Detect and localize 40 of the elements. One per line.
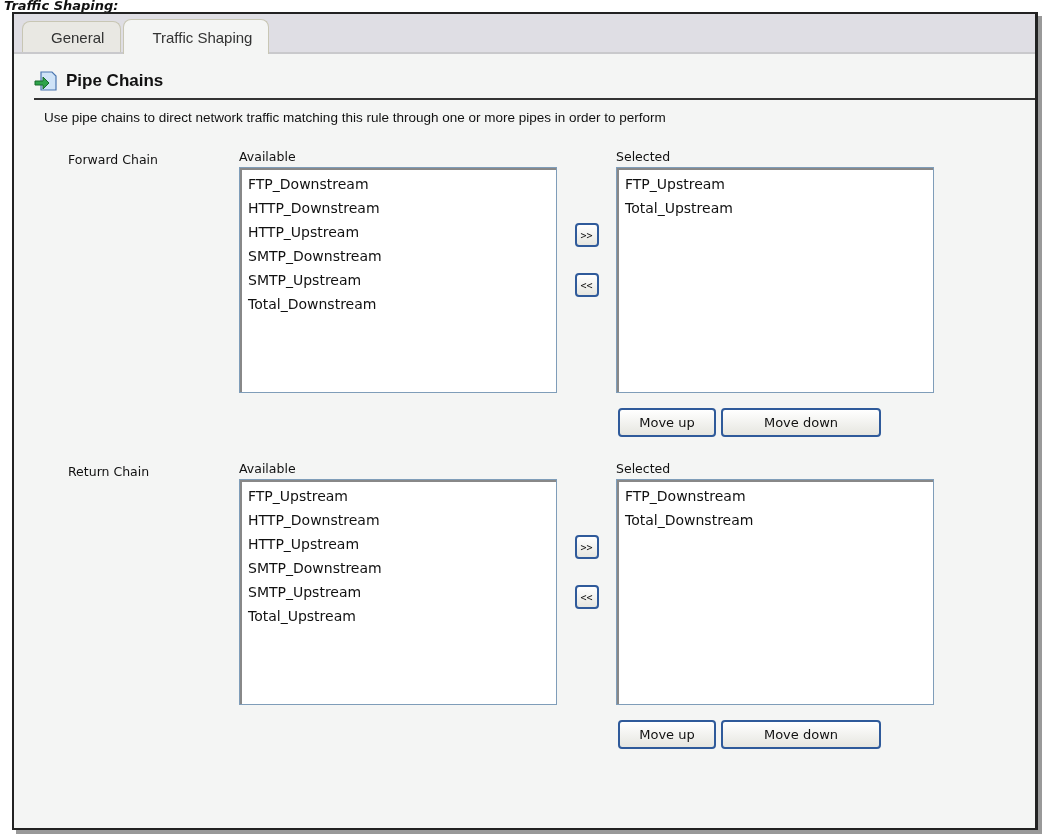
list-item[interactable]: Total_Downstream [625, 508, 925, 532]
add-button[interactable]: >> [574, 223, 599, 247]
selected-list[interactable]: FTP_Upstream Total_Upstream [616, 167, 934, 393]
list-label: Selected [616, 461, 672, 476]
list-item[interactable]: HTTP_Upstream [248, 532, 548, 556]
chain-label: Return Chain [68, 464, 150, 479]
list-item[interactable]: FTP_Upstream [248, 484, 548, 508]
move-up-button[interactable]: Move up [618, 720, 716, 749]
list-item[interactable]: FTP_Downstream [248, 172, 548, 196]
list-label: Selected [616, 149, 672, 164]
list-item[interactable]: HTTP_Downstream [248, 508, 548, 532]
available-list[interactable]: FTP_Downstream HTTP_Downstream HTTP_Upstream SMTP_Downstream SMTP_Upstream Total_Downstream [239, 167, 557, 393]
available-list[interactable]: FTP_Upstream HTTP_Downstream HTTP_Upstream SMTP_Downstream SMTP_Upstream Total_Upstream [239, 479, 557, 705]
move-up-button[interactable]: Move up [618, 408, 716, 437]
chain-label: Forward Chain [68, 152, 158, 167]
tab[interactable]: General [22, 21, 122, 52]
list-label: Available [239, 461, 297, 476]
list-item[interactable]: Total_Upstream [248, 604, 548, 628]
list-item[interactable]: Total_Upstream [625, 196, 925, 220]
remove-button[interactable]: << [574, 585, 599, 609]
list-item[interactable]: HTTP_Downstream [248, 196, 548, 220]
section-title: Pipe Chains [66, 71, 164, 91]
list-item[interactable]: Total_Downstream [248, 292, 548, 316]
list-item[interactable]: SMTP_Upstream [248, 580, 548, 604]
move-down-button[interactable]: Move down [721, 720, 881, 749]
list-item[interactable]: FTP_Upstream [625, 172, 925, 196]
selected-list[interactable]: FTP_Downstream Total_Downstream [616, 479, 934, 705]
add-button[interactable]: >> [574, 535, 599, 559]
list-item[interactable]: SMTP_Downstream [248, 244, 548, 268]
list-label: Available [239, 149, 297, 164]
move-down-button[interactable]: Move down [721, 408, 881, 437]
list-item[interactable]: FTP_Downstream [625, 484, 925, 508]
caption: Traffic Shaping: [3, 0, 119, 12]
list-item[interactable]: SMTP_Downstream [248, 556, 548, 580]
tab[interactable]: Traffic Shaping [123, 19, 270, 54]
document-arrow-icon [34, 70, 58, 92]
list-item[interactable]: SMTP_Upstream [248, 268, 548, 292]
section-description: Use pipe chains to direct network traffic matching this rule through one or more pipes in order to perform [44, 110, 667, 125]
remove-button[interactable]: << [574, 273, 599, 297]
list-item[interactable]: HTTP_Upstream [248, 220, 548, 244]
